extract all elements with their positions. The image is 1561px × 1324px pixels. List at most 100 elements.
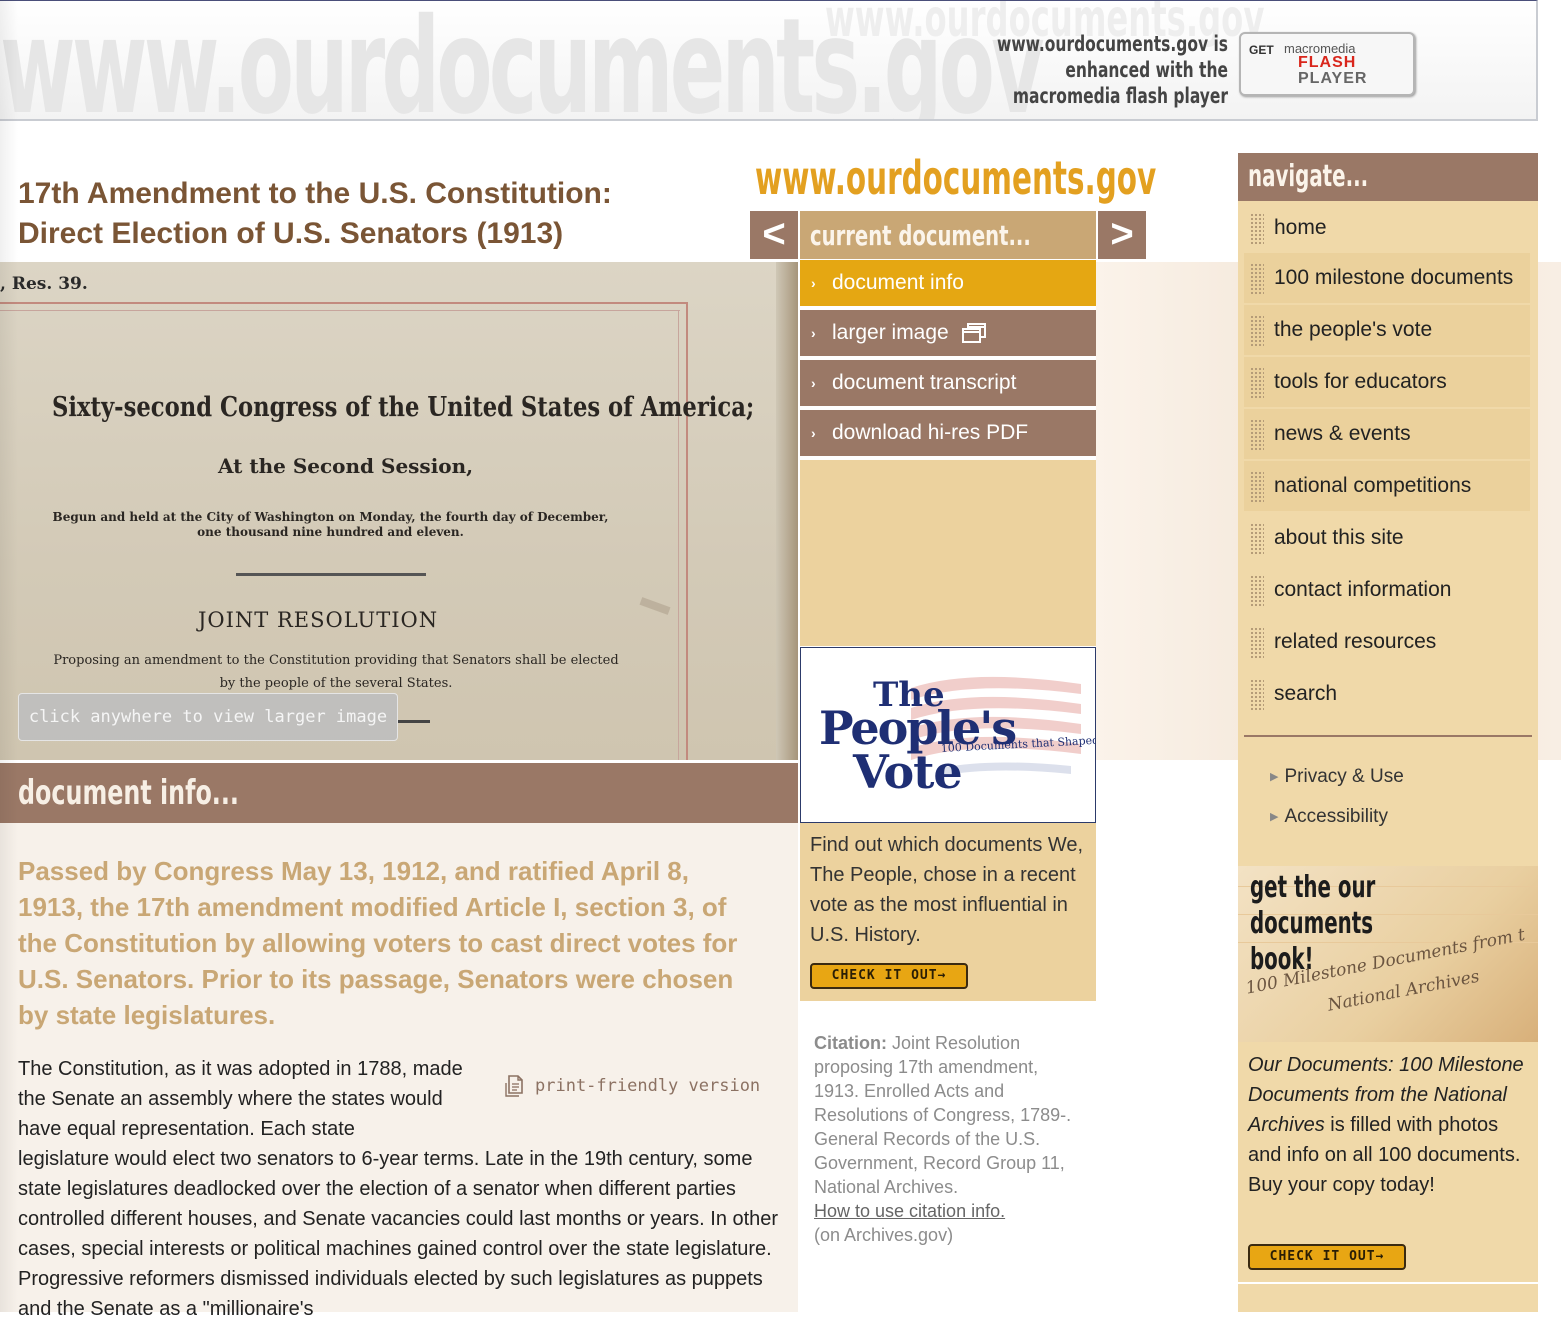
document-rule [236,573,426,576]
nav-item-national-competitions[interactable]: national competitions [1244,461,1530,511]
nav-item-label: the people's vote [1274,318,1433,341]
citation-note: (on Archives.gov) [814,1225,954,1245]
current-document-heading: current document... [810,219,1031,252]
citation-help-link[interactable]: How to use citation info. [814,1201,1005,1221]
triangle-right-icon: ▶ [1270,771,1279,783]
grip-icon [1250,315,1264,347]
document-res-number: , Res. 39. [0,274,88,294]
body-paragraph-continued: legislature would elect two senators to … [18,1148,779,1320]
nav-item-label: home [1274,216,1327,239]
grip-icon [1250,575,1264,607]
document-session: At the Second Session, [218,454,474,478]
page-title: 17th Amendment to the U.S. Constitution:… [18,174,738,254]
grip-icon [1250,471,1264,503]
title-line-2: Direct Election of U.S. Senators (1913) [18,217,564,250]
nav-item-tools-for-educators[interactable]: tools for educators [1244,357,1530,407]
nav-item-label: 100 milestone documents [1274,266,1514,289]
navigate-header: navigate... [1238,153,1538,201]
accessibility-label: Accessibility [1284,806,1388,827]
flash-banner: www.ourdocuments.gov www.ourdocuments.go… [0,0,1538,121]
nav-item-label: related resources [1274,630,1437,653]
nav-item-label: tools for educators [1274,370,1447,393]
nav-item-label: about this site [1274,526,1404,549]
current-document-header: current document... [800,211,1096,259]
document-image[interactable]: , Res. 39. Sixty-second Congress of the … [0,262,798,760]
new-window-icon [961,323,986,344]
nav-item-label: news & events [1274,422,1411,445]
citation-text: Joint Resolution proposing 17th amendmen… [814,1033,1072,1197]
nav-item-search[interactable]: search [1244,669,1530,719]
nav-item-contact-information[interactable]: contact information [1244,565,1530,615]
document-border [0,302,688,304]
document-begun-text: Begun and held at the City of Washington… [52,510,609,539]
document-border-inner [0,310,680,311]
view-larger-image-button[interactable]: click anywhere to view larger image [18,693,398,741]
document-info-heading: document info... [18,773,239,813]
book-check-it-out-button[interactable]: CHECK IT OUT→ [1248,1244,1406,1270]
flash-get-label: GET [1249,43,1274,57]
chevron-right-icon: › [811,325,816,341]
peoples-vote-logo: The People's Vote 100 Documents that Sha… [819,675,1095,799]
site-logo[interactable]: www.ourdocuments.gov [755,151,1156,205]
peoples-vote-text: Find out which documents We, The People,… [810,834,1084,946]
document-joint-resolution: JOINT RESOLUTION [198,608,439,632]
document-border-right [686,302,688,760]
nav-item-label: national competitions [1274,474,1472,497]
next-document-button[interactable]: > [1098,211,1146,259]
accessibility-link[interactable]: ▶ Accessibility [1270,805,1388,829]
grip-icon [1250,523,1264,555]
chevron-right-icon: › [811,425,816,441]
grip-icon [1250,419,1264,451]
flash-message: www.ourdocuments.gov is enhanced with th… [997,32,1228,108]
nav-item-related-resources[interactable]: related resources [1244,617,1530,667]
previous-document-button[interactable]: < [750,211,798,259]
grip-icon [1250,367,1264,399]
document-border-right-inner [678,310,679,760]
document-summary: Passed by Congress May 13, 1912, and rat… [18,856,738,1030]
grip-icon [1250,263,1264,295]
nav-item-label: search [1274,682,1338,705]
book-promo-banner[interactable]: get the our documents book! 100 Mileston… [1238,866,1538,1042]
grip-icon [1250,627,1264,659]
menu-larger-image-label: larger image [832,321,949,344]
menu-larger-image[interactable]: › larger image [800,310,1096,358]
menu-document-info-label: document info [832,271,964,294]
document-congress-heading: Sixty-second Congress of the United Stat… [52,392,755,423]
document-info-header: document info... [0,763,798,823]
chevron-right-icon: › [811,275,816,291]
grip-icon [1250,213,1264,245]
print-document-icon [505,1075,523,1097]
nav-item-label: contact information [1274,578,1452,601]
nav-item-news-events[interactable]: news & events [1244,409,1530,459]
privacy-use-link[interactable]: ▶ Privacy & Use [1270,765,1404,789]
menu-download-pdf-label: download hi-res PDF [832,421,1029,444]
menu-document-transcript-label: document transcript [832,371,1017,394]
citation-label: Citation: [814,1033,887,1053]
book-promo-text: Our Documents: 100 Milestone Documents f… [1248,1050,1530,1200]
menu-filler-panel [800,460,1096,646]
document-proposing-text: Proposing an amendment to the Constituti… [53,653,619,691]
print-friendly-link[interactable]: print-friendly version [505,1075,760,1097]
peoples-vote-banner[interactable]: The People's Vote 100 Documents that Sha… [800,647,1096,823]
privacy-use-label: Privacy & Use [1284,766,1404,787]
menu-document-transcript[interactable]: › document transcript [800,360,1096,408]
triangle-right-icon: ▶ [1270,811,1279,823]
nav-item-milestone-documents[interactable]: 100 milestone documents [1244,253,1530,303]
nav-item-home[interactable]: home [1244,203,1530,253]
nav-item-peoples-vote[interactable]: the people's vote [1244,305,1530,355]
nav-item-about-this-site[interactable]: about this site [1244,513,1530,563]
sidebar-bottom-rule [1238,1282,1538,1284]
navigate-heading: navigate... [1248,159,1369,194]
navigate-divider [1244,735,1532,737]
menu-document-info[interactable]: › document info [800,260,1096,308]
title-line-1: 17th Amendment to the U.S. Constitution: [18,177,612,210]
document-mark [639,597,671,615]
peoples-vote-check-it-out-button[interactable]: CHECK IT OUT→ [810,963,968,989]
body-paragraph-intro: The Constitution, as it was adopted in 1… [18,1058,463,1140]
get-flash-player-button[interactable]: GET macromedia FLASH PLAYER [1239,32,1415,96]
grip-icon [1250,679,1264,711]
document-page-edge [776,262,798,760]
print-friendly-label: print-friendly version [535,1076,761,1096]
chevron-right-icon: › [811,375,816,391]
menu-download-pdf[interactable]: › download hi-res PDF [800,410,1096,458]
